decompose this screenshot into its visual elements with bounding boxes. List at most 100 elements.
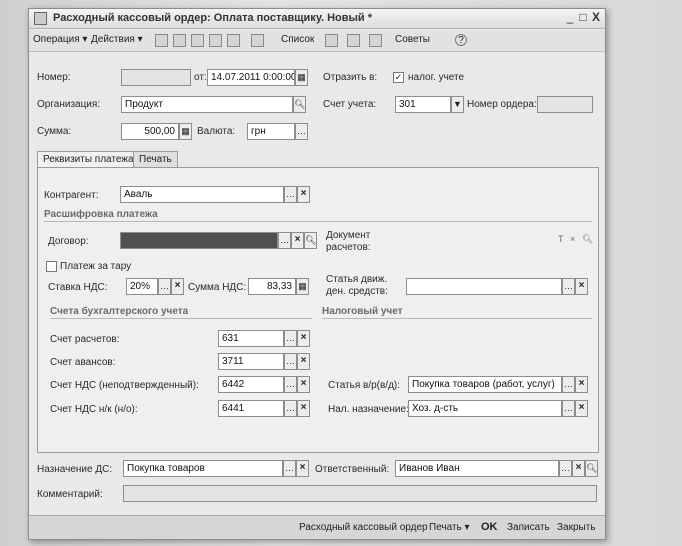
tax-purpose-label: Нал. назначение:	[328, 404, 409, 415]
edit-icon[interactable]	[209, 34, 222, 47]
vat-unconfirmed-select-button[interactable]: …	[284, 376, 297, 393]
tare-payment-checkbox[interactable]	[46, 261, 57, 272]
vat-nk-select-button[interactable]: …	[284, 400, 297, 417]
contract-clear-icon[interactable]: ×	[291, 232, 304, 249]
expense-item-clear-icon[interactable]: ×	[575, 376, 588, 393]
report-icon[interactable]	[347, 34, 360, 47]
tab-payment-details[interactable]: Реквизиты платежа	[37, 151, 140, 168]
vat-unconfirmed-clear-icon[interactable]: ×	[297, 376, 310, 393]
organization-search-icon[interactable]: 🔍︎	[293, 96, 306, 113]
save-button[interactable]: Записать	[507, 522, 550, 533]
cashflow-select-button[interactable]: …	[562, 278, 575, 295]
advance-account-label: Счет авансов:	[50, 357, 116, 368]
print-menu[interactable]: Печать ▾	[429, 522, 470, 533]
copy-icon[interactable]	[173, 34, 186, 47]
actions-menu[interactable]: Действия ▾	[91, 34, 143, 45]
currency-field[interactable]: грн	[247, 123, 295, 140]
organization-label: Организация:	[37, 99, 101, 110]
number-field[interactable]	[121, 69, 191, 86]
cashflow-clear-icon[interactable]: ×	[575, 278, 588, 295]
structure-icon[interactable]	[325, 34, 338, 47]
purpose-field[interactable]: Покупка товаров	[123, 460, 283, 477]
close-button[interactable]: Закрыть	[557, 522, 596, 533]
order-number-field[interactable]	[537, 96, 593, 113]
counterparty-field[interactable]: Аваль	[120, 186, 284, 203]
accounting-section-title: Счета бухгалтерского учета	[50, 306, 189, 317]
help-icon[interactable]: ?	[455, 34, 467, 46]
responsible-field[interactable]: Иванов Иван	[395, 460, 559, 477]
account-field[interactable]: 301	[395, 96, 451, 113]
tax-purpose-select-button[interactable]: …	[562, 400, 575, 417]
date-label: от:	[194, 72, 207, 83]
counterparty-clear-icon[interactable]: ×	[297, 186, 310, 203]
tax-accounting-checkbox[interactable]: ✓	[393, 72, 404, 83]
vat-calculator-icon[interactable]: ▦	[296, 278, 309, 295]
vat-rate-clear-icon[interactable]: ×	[171, 278, 184, 295]
cashflow-label: Статья движ. ден. средств:	[326, 274, 388, 297]
tax-purpose-clear-icon[interactable]: ×	[575, 400, 588, 417]
close-window-button[interactable]: X	[589, 10, 603, 24]
calculator-icon[interactable]: ▦	[179, 123, 192, 140]
responsible-search-icon[interactable]: 🔍︎	[585, 460, 598, 477]
advance-account-field[interactable]: 3711	[218, 353, 284, 370]
calendar-icon[interactable]: ▦	[295, 69, 308, 86]
purpose-select-button[interactable]: …	[283, 460, 296, 477]
comment-field[interactable]	[123, 485, 597, 502]
sum-field[interactable]: 500,00	[121, 123, 179, 140]
vat-nk-clear-icon[interactable]: ×	[297, 400, 310, 417]
settlement-search-icon[interactable]: 🔍︎	[582, 234, 593, 245]
vat-rate-field[interactable]: 20%	[126, 278, 158, 295]
expense-item-field[interactable]: Покупка товаров (работ, услуг)	[408, 376, 562, 393]
list-button[interactable]: Список	[281, 34, 314, 45]
breakdown-section-title: Расшифровка платежа	[44, 209, 158, 220]
refresh-icon[interactable]	[191, 34, 204, 47]
contract-field[interactable]	[120, 232, 278, 249]
advance-account-clear-icon[interactable]: ×	[297, 353, 310, 370]
vat-unconfirmed-field[interactable]: 6442	[218, 376, 284, 393]
command-bar: Расходный кассовый ордер Печать ▾ OK Зап…	[29, 515, 605, 539]
vat-sum-field[interactable]: 83,33	[248, 278, 296, 295]
contract-select-button[interactable]: …	[278, 232, 291, 249]
settlement-document-label: Документ расчетов:	[326, 230, 371, 253]
breakdown-divider	[44, 221, 592, 222]
vat-rate-select-button[interactable]: …	[158, 278, 171, 295]
purpose-clear-icon[interactable]: ×	[296, 460, 309, 477]
expense-item-select-button[interactable]: …	[562, 376, 575, 393]
document-icon	[34, 12, 47, 25]
counterparty-select-button[interactable]: …	[284, 186, 297, 203]
settlement-account-label: Счет расчетов:	[50, 334, 120, 345]
settlement-type-icon[interactable]: T	[558, 234, 564, 244]
advance-account-select-button[interactable]: …	[284, 353, 297, 370]
responsible-clear-icon[interactable]: ×	[572, 460, 585, 477]
contract-search-icon[interactable]: 🔍︎	[304, 232, 317, 249]
account-dropdown-icon[interactable]: ▼	[451, 96, 464, 113]
operation-menu[interactable]: Операция ▾	[33, 34, 87, 45]
date-field[interactable]: 14.07.2011 0:00:00	[207, 69, 295, 86]
new-document-icon[interactable]	[155, 34, 168, 47]
settlement-account-clear-icon[interactable]: ×	[297, 330, 310, 347]
responsible-select-button[interactable]: …	[559, 460, 572, 477]
settlement-account-select-button[interactable]: …	[284, 330, 297, 347]
cashflow-field[interactable]	[406, 278, 562, 295]
settlement-clear-icon[interactable]: ×	[570, 234, 575, 244]
minimize-button[interactable]: _	[563, 10, 577, 24]
text-icon[interactable]	[369, 34, 382, 47]
currency-select-button[interactable]: …	[295, 123, 308, 140]
ok-button[interactable]: OK	[481, 521, 498, 533]
accounting-divider	[50, 318, 312, 319]
payment-details-panel: Контрагент: Аваль … × Расшифровка платеж…	[37, 167, 599, 453]
tips-button[interactable]: Советы	[395, 34, 430, 45]
cash-order-print-button[interactable]: Расходный кассовый ордер	[299, 522, 428, 533]
vat-nk-field[interactable]: 6441	[218, 400, 284, 417]
tax-purpose-field[interactable]: Хоз. д-сть	[408, 400, 562, 417]
vat-rate-label: Ставка НДС:	[48, 282, 108, 293]
maximize-button[interactable]: □	[576, 10, 590, 24]
tab-print[interactable]: Печать	[133, 151, 178, 168]
vat-nk-label: Счет НДС н/к (н/о):	[50, 404, 138, 415]
organization-field[interactable]: Продукт	[121, 96, 293, 113]
settlement-account-field[interactable]: 631	[218, 330, 284, 347]
post-icon[interactable]	[251, 34, 264, 47]
purpose-label: Назначение ДС:	[37, 464, 113, 475]
delete-icon[interactable]	[227, 34, 240, 47]
tax-section-title: Налоговый учет	[322, 306, 403, 317]
